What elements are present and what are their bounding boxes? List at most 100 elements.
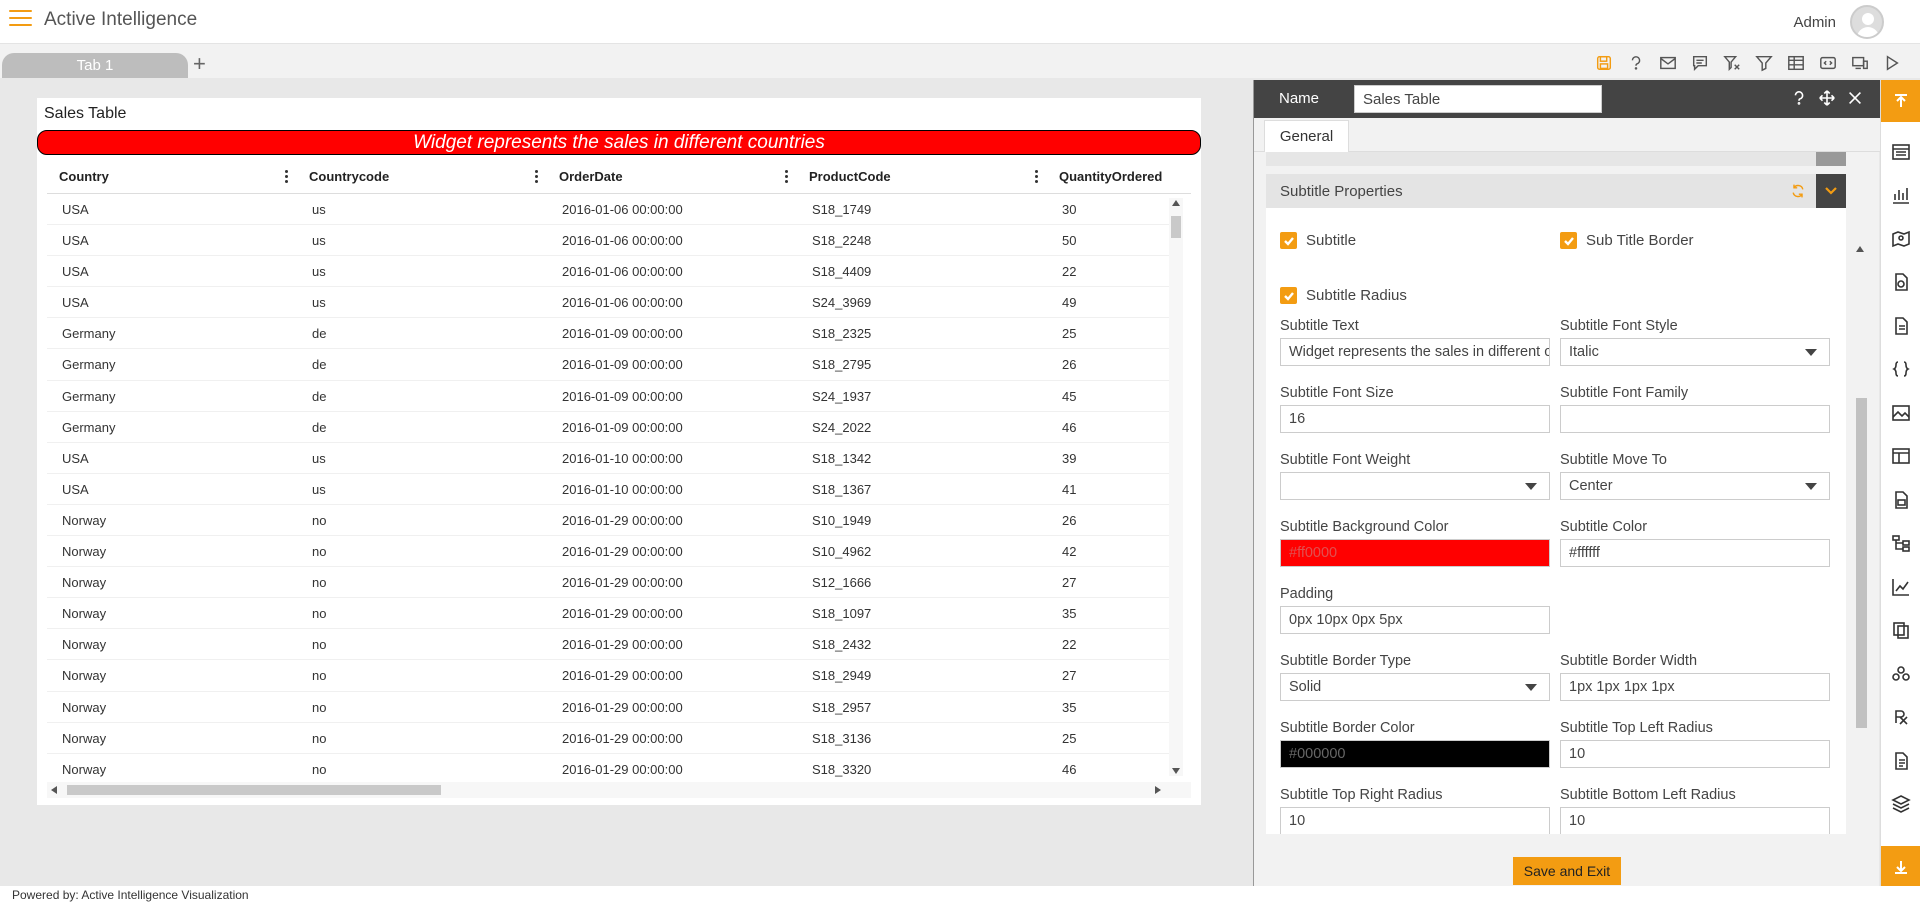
chevron-down-icon[interactable] — [1816, 174, 1846, 208]
play-icon[interactable] — [1882, 53, 1902, 73]
document-widget-icon[interactable] — [1881, 304, 1920, 348]
table-row[interactable]: USA us 2016-01-06 00:00:00 S18_4409 22 — [47, 256, 1177, 288]
font-weight-select[interactable] — [1280, 472, 1550, 500]
move-to-select[interactable]: Center — [1560, 472, 1830, 500]
map-widget-icon[interactable] — [1881, 217, 1920, 261]
embed-icon[interactable] — [1818, 53, 1838, 73]
table-row[interactable]: USA us 2016-01-06 00:00:00 S24_3969 49 — [47, 287, 1177, 319]
table-row[interactable]: Germany de 2016-01-09 00:00:00 S18_2325 25 — [47, 318, 1177, 350]
table-cell: 26 — [1062, 357, 1077, 373]
table-cell: de — [312, 357, 327, 373]
refresh-icon[interactable] — [1790, 183, 1806, 202]
table-row[interactable]: Norway no 2016-01-29 00:00:00 S18_1097 35 — [47, 598, 1177, 630]
column-header-orderdate[interactable]: OrderDate — [547, 160, 797, 194]
sales-table-widget[interactable]: Sales Table Widget represents the sales … — [37, 98, 1201, 805]
column-header-countrycode[interactable]: Countrycode — [297, 160, 547, 194]
table-row[interactable]: Germany de 2016-01-09 00:00:00 S18_2795 26 — [47, 349, 1177, 381]
table-row[interactable]: Norway no 2016-01-29 00:00:00 S18_2949 27 — [47, 660, 1177, 692]
collapse-down-icon[interactable] — [1881, 846, 1920, 888]
top-left-radius-input[interactable]: 10 — [1560, 740, 1830, 768]
line-chart-icon[interactable] — [1881, 565, 1920, 609]
padding-input[interactable]: 0px 10px 0px 5px — [1280, 606, 1550, 634]
hamburger-menu-icon[interactable] — [9, 10, 32, 28]
table-widget-icon[interactable] — [1881, 130, 1920, 174]
chart-widget-icon[interactable] — [1881, 174, 1920, 218]
filter-icon[interactable] — [1754, 53, 1774, 73]
table-cell: S18_2957 — [812, 699, 872, 715]
subtitle-border-checkbox[interactable]: Sub Title Border — [1560, 232, 1694, 249]
group-widget-icon[interactable] — [1881, 652, 1920, 696]
table-row[interactable]: Norway no 2016-01-29 00:00:00 S18_2432 22 — [47, 629, 1177, 661]
layout-widget-icon[interactable] — [1881, 435, 1920, 479]
bottom-left-radius-input[interactable]: 10 — [1560, 807, 1830, 834]
mail-icon[interactable] — [1658, 53, 1678, 73]
font-size-input[interactable]: 16 — [1280, 405, 1550, 433]
image-widget-icon[interactable] — [1881, 391, 1920, 435]
table-row[interactable]: Norway no 2016-01-29 00:00:00 S18_2957 35 — [47, 692, 1177, 723]
table-row[interactable]: USA us 2016-01-10 00:00:00 S18_1342 39 — [47, 443, 1177, 474]
help-icon[interactable] — [1790, 89, 1808, 110]
form-widget-icon[interactable] — [1881, 739, 1920, 783]
report-widget-icon[interactable] — [1881, 261, 1920, 305]
collapsed-section[interactable] — [1266, 152, 1846, 166]
tree-widget-icon[interactable] — [1881, 522, 1920, 566]
save-icon[interactable] — [1594, 53, 1614, 73]
column-header-productcode[interactable]: ProductCode — [797, 160, 1047, 194]
widget-name-input[interactable] — [1354, 85, 1602, 113]
column-menu-icon[interactable] — [785, 170, 789, 184]
file-widget-icon[interactable] — [1881, 478, 1920, 522]
bg-color-input[interactable]: #ff0000 — [1280, 539, 1550, 567]
border-color-input[interactable]: #000000 — [1280, 740, 1550, 768]
font-style-select[interactable]: Italic — [1560, 338, 1830, 366]
close-icon[interactable] — [1846, 89, 1864, 110]
comment-icon[interactable] — [1690, 53, 1710, 73]
user-name[interactable]: Admin — [1793, 14, 1836, 31]
column-header-quantityordered[interactable]: QuantityOrdered — [1047, 160, 1177, 194]
table-row[interactable]: USA us 2016-01-06 00:00:00 S18_1749 30 — [47, 194, 1177, 226]
table-cell: USA — [62, 264, 89, 280]
table-row[interactable]: Germany de 2016-01-09 00:00:00 S24_2022 46 — [47, 412, 1177, 443]
border-width-input[interactable]: 1px 1px 1px 1px — [1560, 673, 1830, 701]
table-row[interactable]: Norway no 2016-01-29 00:00:00 S10_1949 26 — [47, 505, 1177, 537]
add-tab-button[interactable]: + — [193, 51, 206, 77]
subtitle-text-input[interactable]: Widget represents the sales in different… — [1280, 338, 1550, 366]
table-row[interactable]: Norway no 2016-01-29 00:00:00 S12_1666 27 — [47, 567, 1177, 599]
table-horizontal-scrollbar[interactable] — [47, 782, 1191, 798]
table-row[interactable]: USA us 2016-01-10 00:00:00 S18_1367 41 — [47, 474, 1177, 505]
devices-icon[interactable] — [1850, 53, 1870, 73]
subtitle-properties-header[interactable]: Subtitle Properties — [1266, 174, 1846, 208]
save-and-exit-button[interactable]: Save and Exit — [1513, 857, 1621, 885]
clear-filter-icon[interactable] — [1722, 53, 1742, 73]
table-icon[interactable] — [1786, 53, 1806, 73]
tab-1[interactable]: Tab 1 — [2, 53, 188, 78]
table-row[interactable]: Germany de 2016-01-09 00:00:00 S24_1937 45 — [47, 381, 1177, 412]
tab-general[interactable]: General — [1264, 120, 1349, 152]
top-right-radius-input[interactable]: 10 — [1280, 807, 1550, 834]
table-row[interactable]: Norway no 2016-01-29 00:00:00 S18_3136 25 — [47, 723, 1177, 754]
panel-scrollbar[interactable] — [1851, 166, 1869, 834]
subtitle-checkbox[interactable]: Subtitle — [1280, 232, 1356, 249]
help-icon[interactable] — [1626, 53, 1646, 73]
subtitle-color-input[interactable]: #ffffff — [1560, 539, 1830, 567]
column-header-country[interactable]: Country — [47, 160, 297, 194]
table-cell: S18_2325 — [812, 326, 872, 342]
column-menu-icon[interactable] — [285, 170, 289, 184]
subtitle-radius-checkbox[interactable]: Subtitle Radius — [1280, 287, 1407, 304]
column-menu-icon[interactable] — [535, 170, 539, 184]
move-icon[interactable] — [1818, 89, 1836, 110]
table-row[interactable]: Norway no 2016-01-29 00:00:00 S18_3320 46 — [47, 754, 1177, 785]
table-cell: S10_4962 — [812, 544, 872, 560]
collapse-up-icon[interactable] — [1881, 80, 1920, 122]
table-row[interactable]: USA us 2016-01-06 00:00:00 S18_2248 50 — [47, 225, 1177, 257]
border-type-select[interactable]: Solid — [1280, 673, 1550, 701]
table-cell: Norway — [62, 668, 107, 684]
table-row[interactable]: Norway no 2016-01-29 00:00:00 S10_4962 42 — [47, 536, 1177, 568]
column-menu-icon[interactable] — [1035, 170, 1039, 184]
table-vertical-scrollbar[interactable] — [1169, 198, 1183, 776]
avatar[interactable] — [1850, 5, 1884, 39]
copy-widget-icon[interactable] — [1881, 609, 1920, 653]
layers-icon[interactable] — [1881, 783, 1920, 827]
formula-icon[interactable] — [1881, 696, 1920, 740]
code-widget-icon[interactable] — [1881, 348, 1920, 392]
font-family-input[interactable] — [1560, 405, 1830, 433]
